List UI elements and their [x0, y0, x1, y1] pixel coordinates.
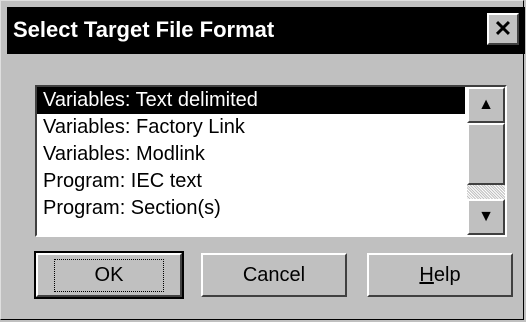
- help-button-label: Help: [419, 264, 460, 287]
- close-icon: ✕: [493, 16, 513, 41]
- chevron-up-icon: ▲: [478, 96, 494, 113]
- vertical-scrollbar[interactable]: ▲ ▼: [467, 87, 505, 235]
- ok-button[interactable]: OK: [34, 251, 184, 299]
- ok-button-label: OK: [53, 258, 165, 292]
- dialog-title: Select Target File Format: [13, 17, 275, 42]
- cancel-button[interactable]: Cancel: [201, 253, 347, 297]
- scroll-thumb[interactable]: [467, 123, 505, 185]
- list-item[interactable]: Variables: Factory Link: [37, 114, 465, 141]
- list-item[interactable]: Variables: Modlink: [37, 141, 465, 168]
- help-button[interactable]: Help: [367, 253, 513, 297]
- list-item[interactable]: Program: Section(s): [37, 195, 465, 222]
- cancel-button-label: Cancel: [242, 263, 306, 286]
- scroll-up-button[interactable]: ▲: [467, 87, 505, 123]
- list-item[interactable]: Program: IEC text: [37, 168, 465, 195]
- list-item[interactable]: Variables: Text delimited: [37, 87, 465, 114]
- chevron-down-icon: ▼: [478, 208, 494, 225]
- title-bar: Select Target File Format ✕: [7, 7, 525, 54]
- select-target-file-format-dialog: Select Target File Format ✕ Variables: T…: [0, 0, 525, 320]
- close-button[interactable]: ✕: [487, 13, 519, 45]
- format-listbox[interactable]: Variables: Text delimited Variables: Fac…: [35, 85, 507, 237]
- scroll-down-button[interactable]: ▼: [467, 199, 505, 235]
- format-list: Variables: Text delimited Variables: Fac…: [37, 87, 465, 222]
- help-label-rest: elp: [433, 263, 461, 286]
- help-mnemonic: H: [419, 263, 434, 286]
